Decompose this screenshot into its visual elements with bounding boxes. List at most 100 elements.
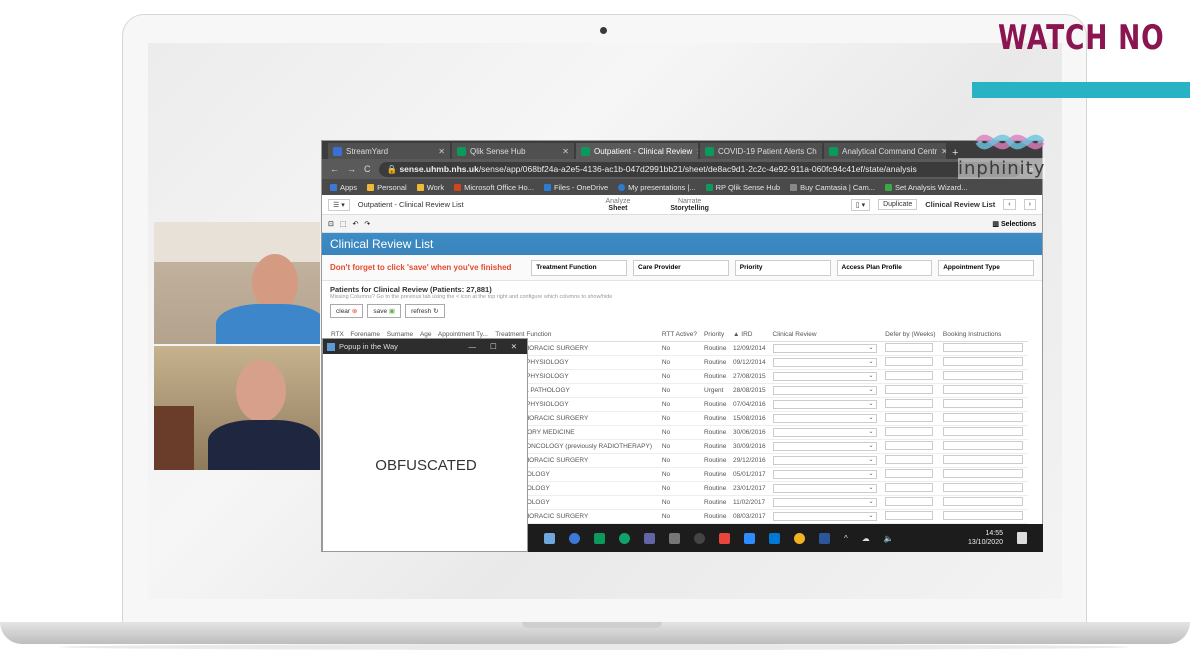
- url-field[interactable]: 🔒 sense.uhmb.nhs.uk/sense/app/068bf24a-a…: [378, 161, 1021, 177]
- bookmark-office[interactable]: Microsoft Office Ho...: [454, 183, 534, 192]
- booking-instructions-input[interactable]: [942, 454, 1023, 464]
- table-header-cell[interactable]: Clinical Review: [769, 329, 883, 342]
- menu-icon[interactable]: ☰ ▾: [328, 198, 350, 211]
- step-back-icon[interactable]: ↶: [353, 220, 359, 228]
- close-icon[interactable]: ✕: [438, 147, 445, 156]
- refresh-button[interactable]: refresh ↻: [405, 304, 445, 318]
- maximize-icon[interactable]: ☐: [490, 342, 497, 351]
- defer-weeks-input[interactable]: [885, 342, 934, 352]
- defer-weeks-input[interactable]: [885, 482, 934, 492]
- minimize-icon[interactable]: —: [468, 342, 476, 351]
- selections-button[interactable]: ▥ Selections: [992, 220, 1036, 228]
- duplicate-button[interactable]: Duplicate: [878, 199, 918, 210]
- app-icon[interactable]: [719, 532, 730, 544]
- firefox-icon[interactable]: [794, 532, 805, 544]
- clinical-review-dropdown[interactable]: ⌄: [772, 511, 877, 521]
- filter-priority[interactable]: Priority: [734, 259, 831, 276]
- analyze-tab[interactable]: Analyze Sheet: [605, 198, 630, 212]
- close-icon[interactable]: ✕: [511, 342, 517, 351]
- clinical-review-dropdown[interactable]: ⌄: [772, 371, 877, 381]
- bookmark-personal[interactable]: Personal: [367, 183, 407, 192]
- zoom-icon[interactable]: [744, 532, 755, 544]
- bookmark-apps[interactable]: Apps: [330, 183, 357, 192]
- booking-instructions-input[interactable]: [942, 384, 1023, 394]
- chrome-icon[interactable]: [569, 532, 580, 544]
- file-explorer-icon[interactable]: [544, 532, 555, 544]
- tray-chevron-icon[interactable]: ^: [844, 534, 848, 543]
- close-icon[interactable]: ✕: [821, 147, 822, 156]
- clinical-review-dropdown[interactable]: ⌄: [772, 343, 877, 353]
- defer-weeks-input[interactable]: [885, 440, 934, 450]
- bookmark-work[interactable]: Work: [416, 183, 444, 192]
- narrate-tab[interactable]: Narrate Storytelling: [670, 198, 709, 212]
- defer-weeks-input[interactable]: [885, 426, 934, 436]
- lasso-icon[interactable]: ⬚: [340, 220, 347, 228]
- clinical-review-dropdown[interactable]: ⌄: [772, 413, 877, 423]
- booking-instructions-input[interactable]: [942, 342, 1023, 352]
- close-icon[interactable]: ✕: [941, 147, 946, 156]
- booking-instructions-input[interactable]: [942, 468, 1023, 478]
- volume-icon[interactable]: 🔈: [884, 534, 894, 543]
- back-icon[interactable]: ←: [330, 164, 339, 174]
- booking-instructions-input[interactable]: [942, 426, 1023, 436]
- table-header-cell[interactable]: Booking Instructions: [939, 329, 1028, 342]
- defer-weeks-input[interactable]: [885, 398, 934, 408]
- table-header-cell[interactable]: ▲ IRD: [730, 329, 770, 342]
- table-header-cell[interactable]: Defer by (Weeks): [882, 329, 940, 342]
- bookmark-icon[interactable]: ▯ ▾: [850, 198, 871, 211]
- forward-icon[interactable]: →: [347, 164, 356, 174]
- network-icon[interactable]: ☁: [862, 534, 870, 543]
- grid-icon[interactable]: [669, 532, 680, 544]
- booking-instructions-input[interactable]: [942, 496, 1023, 506]
- bookmark-onedrive[interactable]: Files - OneDrive: [543, 183, 608, 192]
- defer-weeks-input[interactable]: [885, 370, 934, 380]
- sheet-name[interactable]: Clinical Review List: [925, 200, 995, 209]
- clinical-review-dropdown[interactable]: ⌄: [772, 483, 877, 493]
- booking-instructions-input[interactable]: [942, 398, 1023, 408]
- booking-instructions-input[interactable]: [942, 370, 1023, 380]
- clear-button[interactable]: clear ⊗: [330, 304, 364, 318]
- booking-instructions-input[interactable]: [942, 412, 1023, 422]
- bookmark-camtasia[interactable]: Buy Camtasia | Cam...: [790, 183, 875, 192]
- prev-sheet-button[interactable]: ‹: [1003, 199, 1016, 210]
- tab-qlik-hub[interactable]: Qlik Sense Hub ✕: [452, 143, 574, 159]
- save-button[interactable]: save ▣: [367, 304, 402, 318]
- taskbar-clock[interactable]: 14:55 13/10/2020: [968, 529, 1003, 547]
- close-icon[interactable]: ✕: [696, 147, 698, 156]
- filter-treatment-function[interactable]: Treatment Function: [531, 259, 628, 276]
- outlook-icon[interactable]: [769, 532, 780, 544]
- reload-icon[interactable]: C: [364, 164, 371, 174]
- app-title[interactable]: Outpatient - Clinical Review List: [358, 200, 464, 209]
- table-header-cell[interactable]: RTT Active?: [658, 329, 701, 342]
- tab-command-centre[interactable]: Analytical Command Centr✕: [824, 143, 946, 159]
- step-forward-icon[interactable]: ↷: [364, 220, 370, 228]
- defer-weeks-input[interactable]: [885, 496, 934, 506]
- qlik-icon[interactable]: [594, 532, 605, 544]
- window-app-icon[interactable]: [819, 532, 830, 544]
- smart-search-icon[interactable]: ⊡: [328, 220, 334, 228]
- tab-streamyard[interactable]: StreamYard ✕: [328, 143, 450, 159]
- bookmark-presentations[interactable]: My presentations |...: [618, 183, 696, 192]
- clinical-review-dropdown[interactable]: ⌄: [772, 469, 877, 479]
- bookmark-set-analysis[interactable]: Set Analysis Wizard...: [884, 183, 967, 192]
- notification-icon[interactable]: [1017, 532, 1027, 544]
- close-icon[interactable]: ✕: [562, 147, 569, 156]
- filter-appointment-type[interactable]: Appointment Type: [938, 259, 1034, 276]
- media-icon[interactable]: [694, 532, 705, 544]
- clinical-review-dropdown[interactable]: ⌄: [772, 441, 877, 451]
- sense-icon[interactable]: [619, 532, 630, 544]
- tab-clinical-review[interactable]: Outpatient - Clinical Review✕: [576, 143, 698, 159]
- filter-access-plan[interactable]: Access Plan Profile: [836, 259, 933, 276]
- booking-instructions-input[interactable]: [942, 510, 1023, 520]
- filter-care-provider[interactable]: Care Provider: [633, 259, 729, 276]
- bookmark-qlik-hub[interactable]: RP Qlik Sense Hub: [705, 183, 780, 192]
- defer-weeks-input[interactable]: [885, 468, 934, 478]
- defer-weeks-input[interactable]: [885, 510, 934, 520]
- clinical-review-dropdown[interactable]: ⌄: [772, 497, 877, 507]
- defer-weeks-input[interactable]: [885, 384, 934, 394]
- table-header-cell[interactable]: Priority: [700, 329, 731, 342]
- watch-now-banner[interactable]: WATCH NO: [998, 18, 1164, 58]
- clinical-review-dropdown[interactable]: ⌄: [772, 357, 877, 367]
- popup-titlebar[interactable]: Popup in the Way — ☐ ✕: [323, 339, 527, 354]
- next-sheet-button[interactable]: ›: [1023, 199, 1036, 210]
